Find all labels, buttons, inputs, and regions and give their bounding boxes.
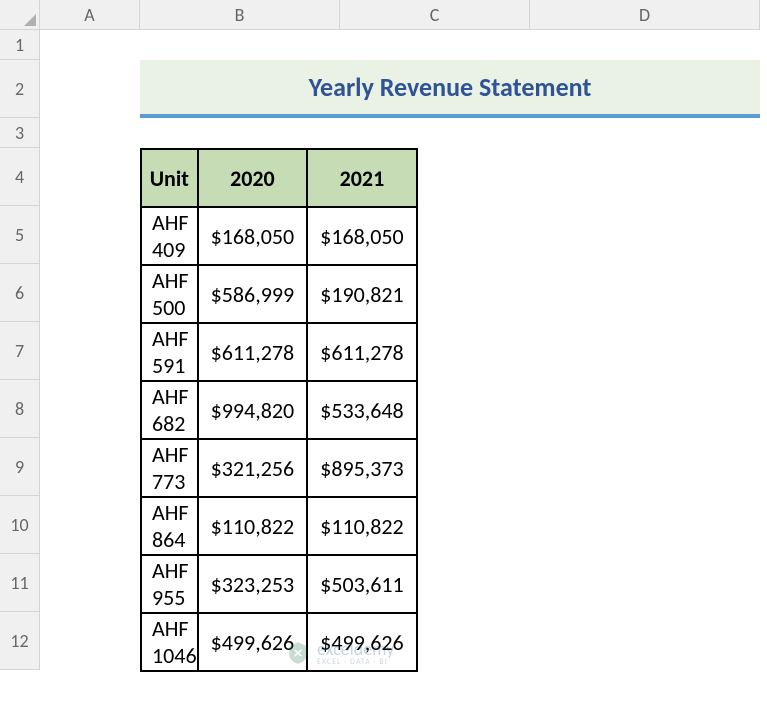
revenue-table: Unit 2020 2021 AHF 409 $168,050 $168,050…: [140, 148, 418, 672]
cell-2021[interactable]: $533,648: [307, 381, 417, 439]
table-row: AHF 773 $321,256 $895,373: [141, 439, 417, 497]
amount-value: 533,648: [331, 397, 403, 424]
row-header-11[interactable]: 11: [0, 554, 40, 612]
amount-value: 503,611: [331, 571, 403, 598]
column-headers: A B C D: [40, 0, 760, 30]
cell-2020[interactable]: $110,822: [198, 497, 308, 555]
row-header-2[interactable]: 2: [0, 60, 40, 118]
amount-value: 323,253: [222, 571, 294, 598]
table-row: AHF 409 $168,050 $168,050: [141, 207, 417, 265]
currency-symbol: $: [320, 223, 331, 250]
cell-2021[interactable]: $110,822: [307, 497, 417, 555]
watermark-icon: [285, 640, 311, 666]
table-row: AHF 864 $110,822 $110,822: [141, 497, 417, 555]
cell-unit[interactable]: AHF 773: [141, 439, 198, 497]
row-header-7[interactable]: 7: [0, 322, 40, 380]
cell-unit[interactable]: AHF 955: [141, 555, 198, 613]
currency-symbol: $: [211, 571, 222, 598]
col-header-b[interactable]: B: [140, 0, 340, 30]
currency-symbol: $: [320, 455, 331, 482]
amount-value: 110,822: [222, 513, 294, 540]
cell-2021[interactable]: $895,373: [307, 439, 417, 497]
amount-value: 110,822: [331, 513, 403, 540]
amount-value: 994,820: [222, 397, 294, 424]
currency-symbol: $: [211, 513, 222, 540]
currency-symbol: $: [211, 339, 222, 366]
row-header-3[interactable]: 3: [0, 118, 40, 148]
amount-value: 611,278: [222, 339, 294, 366]
cell-unit[interactable]: AHF 591: [141, 323, 198, 381]
cell-2020[interactable]: $994,820: [198, 381, 308, 439]
currency-symbol: $: [211, 223, 222, 250]
spreadsheet: A B C D 1 2 3 4 5 6 7 8 9 10 11 12 Yearl…: [0, 0, 767, 704]
currency-symbol: $: [211, 455, 222, 482]
cell-unit[interactable]: AHF 864: [141, 497, 198, 555]
page-title[interactable]: Yearly Revenue Statement: [140, 60, 760, 118]
amount-value: 321,256: [222, 455, 294, 482]
col-header-d[interactable]: D: [530, 0, 760, 30]
amount-value: 895,373: [331, 455, 403, 482]
row-header-9[interactable]: 9: [0, 438, 40, 496]
currency-symbol: $: [320, 397, 331, 424]
table-body: AHF 409 $168,050 $168,050 AHF 500 $586,9…: [141, 207, 417, 671]
amount-value: 499,626: [222, 629, 294, 656]
table-row: AHF 500 $586,999 $190,821: [141, 265, 417, 323]
currency-symbol: $: [320, 339, 331, 366]
cell-2020[interactable]: $321,256: [198, 439, 308, 497]
currency-symbol: $: [320, 513, 331, 540]
table-row: AHF 591 $611,278 $611,278: [141, 323, 417, 381]
col-header-a[interactable]: A: [40, 0, 140, 30]
header-unit[interactable]: Unit: [141, 149, 198, 207]
amount-value: 168,050: [222, 223, 294, 250]
row-header-1[interactable]: 1: [0, 30, 40, 60]
amount-value: 190,821: [331, 281, 403, 308]
cell-unit[interactable]: AHF 1046: [141, 613, 198, 671]
table-header-row: Unit 2020 2021: [141, 149, 417, 207]
cell-2020[interactable]: $586,999: [198, 265, 308, 323]
row-header-12[interactable]: 12: [0, 612, 40, 670]
row-header-4[interactable]: 4: [0, 148, 40, 206]
amount-value: 611,278: [331, 339, 403, 366]
amount-value: 586,999: [222, 281, 294, 308]
watermark: exceldemy EXCEL · DATA · BI: [285, 640, 394, 666]
row-header-10[interactable]: 10: [0, 496, 40, 554]
currency-symbol: $: [211, 629, 222, 656]
header-2020[interactable]: 2020: [198, 149, 308, 207]
watermark-text: exceldemy EXCEL · DATA · BI: [317, 640, 394, 666]
watermark-sub-text: EXCEL · DATA · BI: [317, 658, 394, 666]
col-header-c[interactable]: C: [340, 0, 530, 30]
table-row: AHF 682 $994,820 $533,648: [141, 381, 417, 439]
cell-unit[interactable]: AHF 682: [141, 381, 198, 439]
cell-unit[interactable]: AHF 409: [141, 207, 198, 265]
cell-2021[interactable]: $168,050: [307, 207, 417, 265]
currency-symbol: $: [211, 281, 222, 308]
row-header-6[interactable]: 6: [0, 264, 40, 322]
header-2021[interactable]: 2021: [307, 149, 417, 207]
cell-2020[interactable]: $611,278: [198, 323, 308, 381]
currency-symbol: $: [320, 571, 331, 598]
amount-value: 168,050: [331, 223, 403, 250]
table-row: AHF 955 $323,253 $503,611: [141, 555, 417, 613]
cell-2021[interactable]: $611,278: [307, 323, 417, 381]
cell-2020[interactable]: $168,050: [198, 207, 308, 265]
currency-symbol: $: [211, 397, 222, 424]
cell-2020[interactable]: $323,253: [198, 555, 308, 613]
watermark-main-text: exceldemy: [317, 640, 394, 658]
row-header-8[interactable]: 8: [0, 380, 40, 438]
select-all-corner[interactable]: [0, 0, 40, 30]
row-header-5[interactable]: 5: [0, 206, 40, 264]
currency-symbol: $: [320, 281, 331, 308]
cell-unit[interactable]: AHF 500: [141, 265, 198, 323]
row-headers: 1 2 3 4 5 6 7 8 9 10 11 12: [0, 30, 40, 670]
cell-2021[interactable]: $190,821: [307, 265, 417, 323]
cell-2021[interactable]: $503,611: [307, 555, 417, 613]
